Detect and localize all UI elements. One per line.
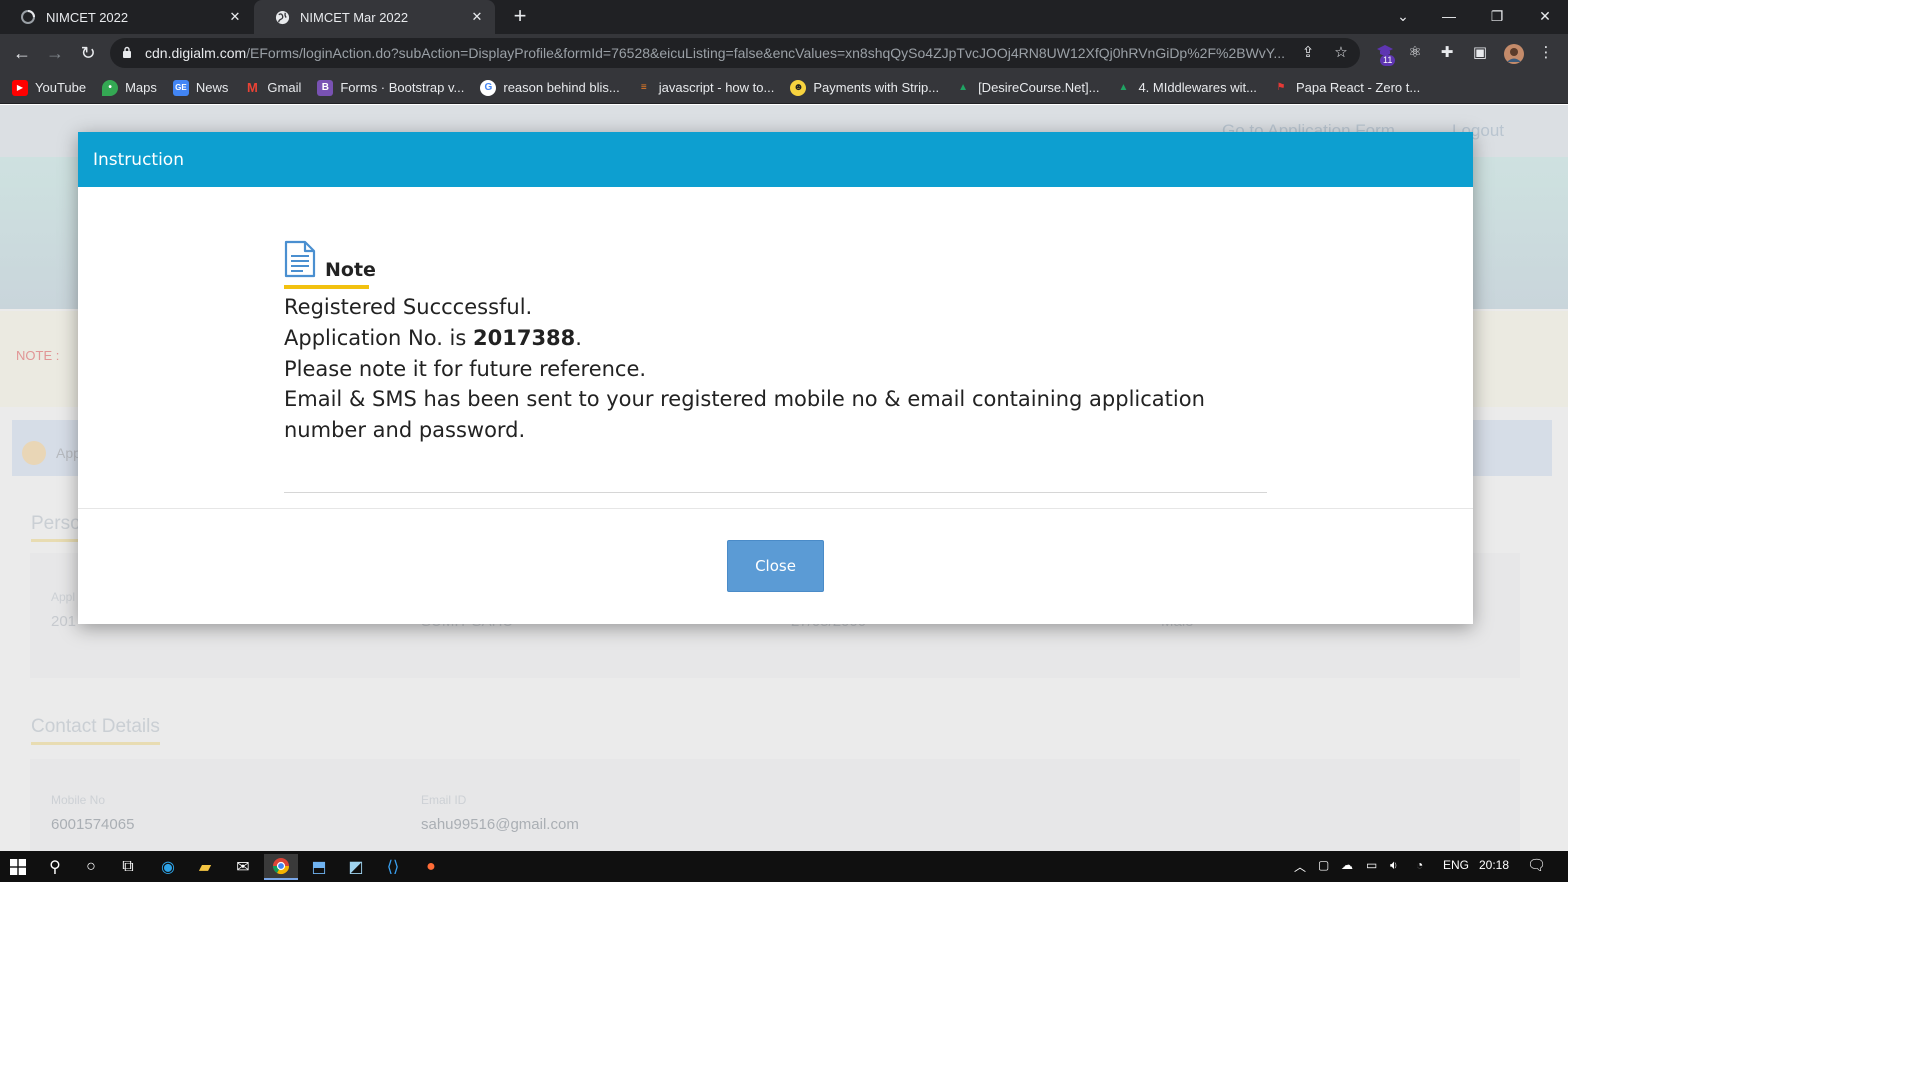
- drive-icon: ▲: [958, 82, 969, 93]
- browser-tab-strip: NIMCET 2022 ✕ NIMCET Mar 2022 ✕ + ⌄ — ❐ …: [0, 0, 1568, 34]
- note-title: Note: [325, 259, 376, 281]
- notifications-icon[interactable]: 🗨︎: [1527, 856, 1546, 874]
- react-devtools-icon[interactable]: ⚛: [1405, 43, 1425, 63]
- chrome-taskbar-icon[interactable]: [264, 854, 298, 880]
- clock[interactable]: 20:18: [1479, 858, 1509, 872]
- close-tab-icon[interactable]: ✕: [227, 9, 243, 25]
- youtube-icon: ▶: [12, 79, 28, 96]
- onedrive-icon[interactable]: ☁: [1341, 858, 1353, 872]
- drive-icon: ▲: [1118, 82, 1129, 93]
- forward-button[interactable]: →: [43, 41, 67, 65]
- mail-icon[interactable]: ✉: [230, 854, 256, 880]
- bookmark-stripe[interactable]: ☻ Payments with Strip...: [790, 79, 939, 96]
- tab-nimcet-mar-2022[interactable]: NIMCET Mar 2022 ✕: [254, 0, 495, 34]
- tab-nimcet-2022[interactable]: NIMCET 2022 ✕: [0, 0, 253, 34]
- address-bar[interactable]: cdn.digialm.com/EForms/loginAction.do?su…: [110, 38, 1360, 68]
- footer-divider: [78, 508, 1473, 509]
- note-heading: Note: [284, 240, 376, 289]
- bookmark-gmail[interactable]: M Gmail: [244, 80, 301, 96]
- extensions-puzzle-icon[interactable]: ✚: [1437, 43, 1457, 63]
- restore-button[interactable]: ❐: [1474, 0, 1520, 34]
- tab-title: NIMCET 2022: [46, 9, 129, 25]
- stackoverflow-icon: ≡: [640, 82, 647, 93]
- content-divider: [284, 492, 1267, 493]
- tab-search-icon[interactable]: ⌄: [1380, 0, 1426, 34]
- windows-start-icon[interactable]: [5, 854, 31, 880]
- google-icon: G: [480, 79, 497, 96]
- instruction-modal: Instruction Note Registered Succcessful.…: [78, 132, 1473, 624]
- cortana-icon[interactable]: ○: [78, 854, 104, 880]
- profile-avatar[interactable]: [1503, 43, 1524, 64]
- bootstrap-icon: B: [317, 79, 334, 96]
- back-button[interactable]: ←: [10, 41, 34, 65]
- new-tab-button[interactable]: +: [509, 5, 531, 27]
- minimize-button[interactable]: —: [1426, 0, 1472, 34]
- bookmarks-bar: ▶ YouTube • Maps GE News M Gmail B Forms · Bo…: [0, 72, 1568, 104]
- gmail-icon: M: [246, 80, 258, 95]
- bookmark-maps[interactable]: • Maps: [102, 79, 157, 96]
- spinner-icon: [20, 9, 36, 25]
- bookmark-stackoverflow[interactable]: ≡ javascript - how to...: [636, 80, 775, 96]
- bookmark-google-search[interactable]: Greason behind blis...: [480, 79, 620, 96]
- url-text[interactable]: cdn.digialm.com/EForms/loginAction.do?su…: [145, 45, 1295, 61]
- url-host: cdn.digialm.com: [145, 45, 247, 61]
- task-view-icon[interactable]: ⧉: [115, 854, 141, 880]
- stripe-icon: ☻: [790, 79, 807, 96]
- email-sms-text-continued: number and password.: [284, 418, 526, 442]
- browser-toolbar: ← → ↻ cdn.digialm.com/EForms/loginAction…: [0, 34, 1568, 72]
- application-number-suffix: .: [575, 326, 582, 350]
- close-window-button[interactable]: ✕: [1522, 0, 1568, 34]
- url-path: /EForms/loginAction.do?subAction=Display…: [246, 45, 1285, 61]
- bookmark-papa-react[interactable]: ⚑ Papa React - Zero t...: [1273, 80, 1420, 96]
- maps-icon: •: [102, 79, 119, 96]
- globe-icon: [274, 9, 290, 25]
- registered-successful-text: Registered Succcessful.: [284, 295, 533, 319]
- wifi-icon[interactable]: ◔: [1416, 858, 1423, 872]
- bookmark-youtube[interactable]: ▶ YouTube: [12, 79, 86, 96]
- modal-header: Instruction: [78, 132, 1473, 187]
- extension-badge: 11: [1380, 55, 1396, 66]
- bookmark-news[interactable]: GE News: [172, 79, 228, 96]
- application-number-prefix: Application No. is: [284, 326, 473, 350]
- side-panel-icon[interactable]: ▣: [1470, 43, 1490, 63]
- close-tab-icon[interactable]: ✕: [469, 9, 485, 25]
- meet-now-icon[interactable]: ▢: [1318, 858, 1329, 872]
- volume-icon[interactable]: 🔉︎: [1390, 858, 1398, 873]
- application-number: 2017388: [473, 326, 576, 350]
- notepad-icon[interactable]: ◩: [343, 854, 369, 880]
- bookmark-desirecourse[interactable]: ▲ [DesireCourse.Net]...: [955, 80, 1099, 96]
- news-icon: GE: [172, 79, 189, 96]
- future-reference-text: Please note it for future reference.: [284, 357, 647, 381]
- application-number-line: Application No. is 2017388.: [284, 326, 1184, 350]
- bookmark-middlewares[interactable]: ▲ 4. MIddlewares wit...: [1115, 80, 1256, 96]
- flag-icon: ⚑: [1276, 82, 1286, 93]
- reload-button[interactable]: ↻: [76, 41, 100, 65]
- pycharm-icon[interactable]: ⬒: [306, 854, 332, 880]
- bookmark-bootstrap[interactable]: B Forms · Bootstrap v...: [317, 79, 464, 96]
- document-icon: [284, 240, 316, 283]
- battery-icon[interactable]: ▭: [1366, 858, 1377, 872]
- postman-icon[interactable]: ●: [418, 854, 444, 880]
- search-icon[interactable]: ⚲: [42, 854, 68, 880]
- show-hidden-icons[interactable]: ︿: [1294, 858, 1306, 875]
- tab-title: NIMCET Mar 2022: [300, 9, 409, 25]
- edge-icon[interactable]: ◉: [155, 854, 181, 880]
- lock-icon[interactable]: [122, 46, 132, 64]
- windows-taskbar: ⚲ ○ ⧉ ◉ ▰ ✉ ⬒ ◩ ⟨⟩ ● ︿ ▢ ☁ ▭ 🔉︎ ◔ ENG 20…: [0, 851, 1568, 882]
- close-button[interactable]: Close: [727, 540, 824, 592]
- share-icon[interactable]: ⇪: [1298, 43, 1318, 63]
- email-sms-text: Email & SMS has been sent to your regist…: [284, 387, 1205, 411]
- menu-kebab-icon[interactable]: ⋮: [1536, 43, 1556, 63]
- language-indicator[interactable]: ENG: [1443, 858, 1469, 872]
- vscode-icon[interactable]: ⟨⟩: [380, 854, 406, 880]
- file-explorer-icon[interactable]: ▰: [192, 854, 218, 880]
- bookmark-star-icon[interactable]: ☆: [1331, 43, 1351, 63]
- modal-title: Instruction: [93, 150, 184, 170]
